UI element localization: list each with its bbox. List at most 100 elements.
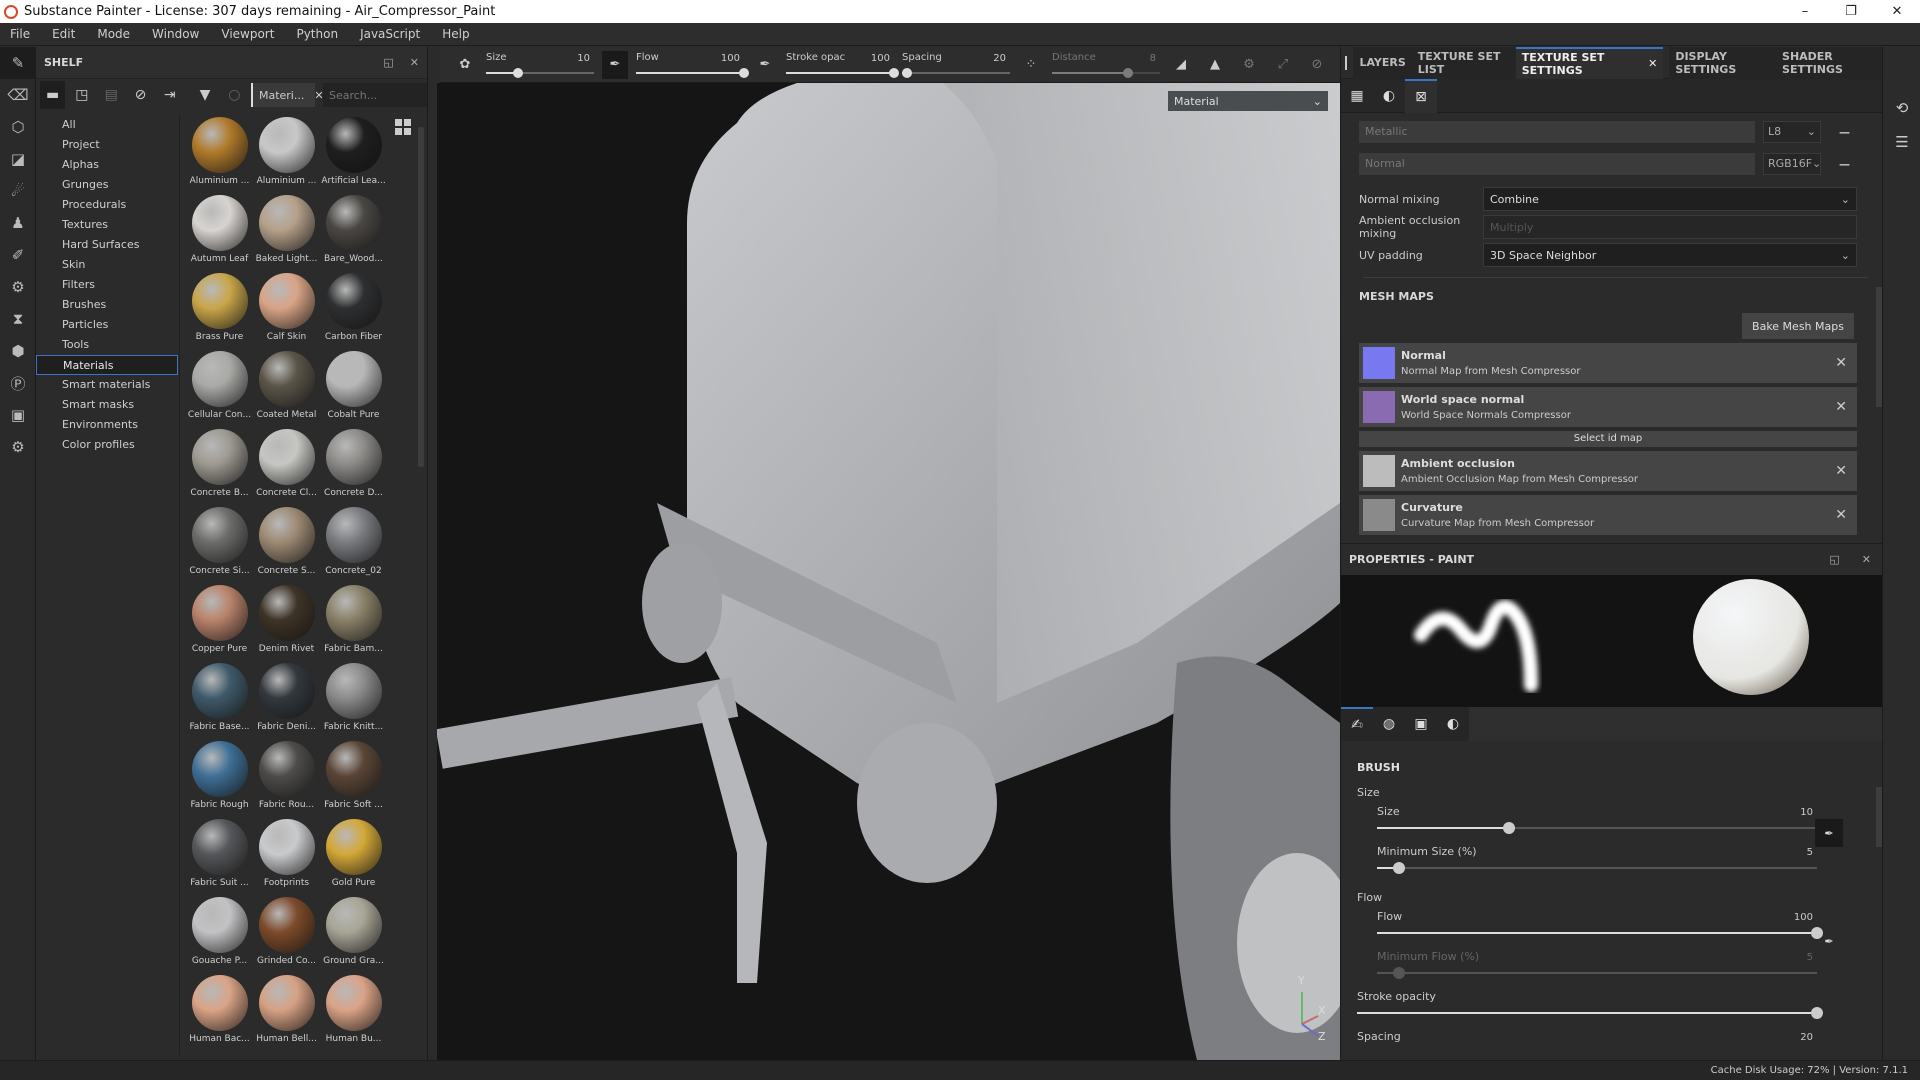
minimum-size-value[interactable]: 5 bbox=[1807, 847, 1813, 858]
remove-map-icon[interactable]: ✕ bbox=[1835, 463, 1847, 479]
category-item[interactable]: Textures bbox=[36, 215, 178, 235]
material-item[interactable]: Gold Pure bbox=[320, 817, 387, 895]
material-tab-icon[interactable]: ◐ bbox=[1437, 707, 1469, 741]
remove-map-icon[interactable]: ✕ bbox=[1835, 399, 1847, 415]
stroke-opacity-knob[interactable] bbox=[889, 67, 899, 78]
flow-pressure-icon[interactable]: ✒ bbox=[1815, 927, 1843, 955]
spacing-value[interactable]: 20 bbox=[993, 53, 1006, 64]
tab-texture-set-list[interactable]: TEXTURE SET LIST bbox=[1411, 46, 1516, 79]
stroke-curve-icon[interactable]: ◢ bbox=[1168, 51, 1194, 79]
material-item[interactable]: Human Bell... bbox=[253, 973, 320, 1051]
shelf-search-input[interactable] bbox=[322, 83, 427, 107]
material-item[interactable]: Aluminium ... bbox=[253, 115, 320, 193]
stroke-opacity-slider[interactable]: Stroke opacity bbox=[1357, 984, 1823, 1024]
material-item[interactable]: Human Bac... bbox=[186, 973, 253, 1051]
mesh-map-item[interactable]: World space normal World Space Normals Co… bbox=[1359, 387, 1857, 427]
category-item[interactable]: Color profiles bbox=[36, 435, 178, 455]
minimum-size-knob[interactable] bbox=[1393, 862, 1405, 874]
category-item[interactable]: Environments bbox=[36, 415, 178, 435]
mesh-map-item[interactable]: Normal Normal Map from Mesh Compressor ✕ bbox=[1359, 343, 1857, 383]
distance-knob[interactable] bbox=[1122, 67, 1133, 78]
projection-tool-icon[interactable]: ⬡ bbox=[0, 111, 36, 143]
material-item[interactable]: Cellular Con... bbox=[186, 349, 253, 427]
smudge-tool-icon[interactable]: ☄ bbox=[0, 175, 36, 207]
brush-tab-icon[interactable]: ✍ bbox=[1341, 707, 1373, 741]
filter-icon[interactable]: ▼ bbox=[192, 81, 217, 109]
save-icon[interactable]: ▤ bbox=[99, 81, 124, 109]
category-item[interactable]: Skin bbox=[36, 255, 178, 275]
mesh-maps-icon[interactable]: ⊠ bbox=[1405, 78, 1437, 113]
history-icon[interactable]: ⟲ bbox=[1883, 91, 1920, 125]
material-item[interactable]: Concrete S... bbox=[253, 505, 320, 583]
material-item[interactable]: Coated Metal bbox=[253, 349, 320, 427]
stroke-opacity-slider[interactable]: Stroke opac 100 bbox=[786, 50, 899, 80]
menu-help[interactable]: Help bbox=[442, 27, 469, 41]
size-value[interactable]: 10 bbox=[577, 53, 590, 64]
flow-value[interactable]: 100 bbox=[721, 53, 740, 64]
transform-icon[interactable]: ⤢ bbox=[1270, 51, 1296, 79]
category-item[interactable]: Project bbox=[36, 135, 178, 155]
3d-viewport[interactable]: Material ⌄ Y X Z bbox=[437, 83, 1340, 1060]
menu-javascript[interactable]: JavaScript bbox=[360, 27, 420, 41]
close-tab-icon[interactable]: ✕ bbox=[1648, 57, 1657, 70]
paint-brush-tool-icon[interactable]: ✎ bbox=[0, 47, 36, 79]
flow-slider[interactable]: Flow 100 bbox=[636, 50, 749, 80]
brush-preset-icon[interactable]: ✿ bbox=[452, 51, 478, 79]
category-item[interactable]: Brushes bbox=[36, 295, 178, 315]
brush-flow-value[interactable]: 100 bbox=[1794, 912, 1813, 923]
timer-icon[interactable]: ⧗ bbox=[0, 303, 36, 335]
material-item[interactable]: Fabric Bam... bbox=[320, 583, 387, 661]
spacing-knob[interactable] bbox=[902, 67, 913, 78]
material-item[interactable]: Bare_Wood... bbox=[320, 193, 387, 271]
bake-mesh-maps-button[interactable]: Bake Mesh Maps bbox=[1742, 313, 1854, 339]
flow-knob[interactable] bbox=[739, 67, 749, 78]
close-panel-icon[interactable]: ✕ bbox=[410, 56, 419, 69]
remove-map-icon[interactable]: ✕ bbox=[1835, 355, 1847, 371]
material-item[interactable]: Fabric Rough bbox=[186, 739, 253, 817]
category-item[interactable]: Hard Surfaces bbox=[36, 235, 178, 255]
menu-edit[interactable]: Edit bbox=[52, 27, 75, 41]
eraser-tool-icon[interactable]: ⌫ bbox=[0, 79, 36, 111]
category-item[interactable]: Filters bbox=[36, 275, 178, 295]
flow-pen-pressure-icon[interactable]: ✒ bbox=[752, 51, 778, 79]
material-item[interactable]: Ground Gra... bbox=[320, 895, 387, 973]
photoshop-export-icon[interactable]: Ⓟ bbox=[0, 367, 36, 399]
material-item[interactable]: Gouache P... bbox=[186, 895, 253, 973]
close-panel-icon[interactable]: ✕ bbox=[1862, 553, 1871, 566]
material-item[interactable]: Aluminium ... bbox=[186, 115, 253, 193]
tab-grip[interactable] bbox=[1345, 55, 1348, 70]
settings-icon[interactable]: ⚙ bbox=[0, 431, 36, 463]
category-item[interactable]: Smart materials bbox=[36, 375, 178, 395]
minimize-button[interactable]: – bbox=[1782, 0, 1828, 23]
lazy-mouse-icon[interactable]: ⁘ bbox=[1018, 51, 1044, 79]
float-panel-icon[interactable]: ◱ bbox=[383, 56, 393, 69]
size-slider[interactable]: Size 10 bbox=[486, 50, 594, 80]
stencil-tab-icon[interactable]: ▣ bbox=[1405, 707, 1437, 741]
material-item[interactable]: Fabric Rou... bbox=[253, 739, 320, 817]
shader-ball-icon[interactable]: ◐ bbox=[1373, 79, 1405, 113]
size-knob[interactable] bbox=[513, 67, 524, 78]
brush-size-slider[interactable]: Size 10 bbox=[1377, 799, 1817, 839]
distance-slider[interactable]: Distance 8 bbox=[1052, 50, 1160, 80]
category-item[interactable]: All bbox=[36, 115, 178, 135]
material-item[interactable]: Fabric Deni... bbox=[253, 661, 320, 739]
restore-button[interactable]: ❐ bbox=[1828, 0, 1874, 23]
float-panel-icon[interactable]: ◱ bbox=[1829, 553, 1839, 566]
category-item[interactable]: Grunges bbox=[36, 175, 178, 195]
import-icon[interactable]: ⇥ bbox=[157, 81, 182, 109]
distance-value[interactable]: 8 bbox=[1150, 53, 1156, 64]
new-resource-icon[interactable]: ◳ bbox=[69, 81, 94, 109]
material-item[interactable]: Baked Light... bbox=[253, 193, 320, 271]
polygon-fill-tool-icon[interactable]: ◪ bbox=[0, 143, 36, 175]
remove-map-icon[interactable]: ✕ bbox=[1835, 507, 1847, 523]
category-item[interactable]: Smart masks bbox=[36, 395, 178, 415]
category-item[interactable]: Materials bbox=[36, 355, 178, 375]
material-item[interactable]: Copper Pure bbox=[186, 583, 253, 661]
material-item[interactable]: Grinded Co... bbox=[253, 895, 320, 973]
reset-filter-icon[interactable]: ○ bbox=[222, 81, 247, 109]
texture-set-settings-icon[interactable]: ▦ bbox=[1341, 79, 1373, 113]
material-item[interactable]: Footprints bbox=[253, 817, 320, 895]
material-item[interactable]: Fabric Base... bbox=[186, 661, 253, 739]
substance-plugin-icon[interactable]: ⚙ bbox=[0, 271, 36, 303]
clone-stamp-tool-icon[interactable]: ♟ bbox=[0, 207, 36, 239]
